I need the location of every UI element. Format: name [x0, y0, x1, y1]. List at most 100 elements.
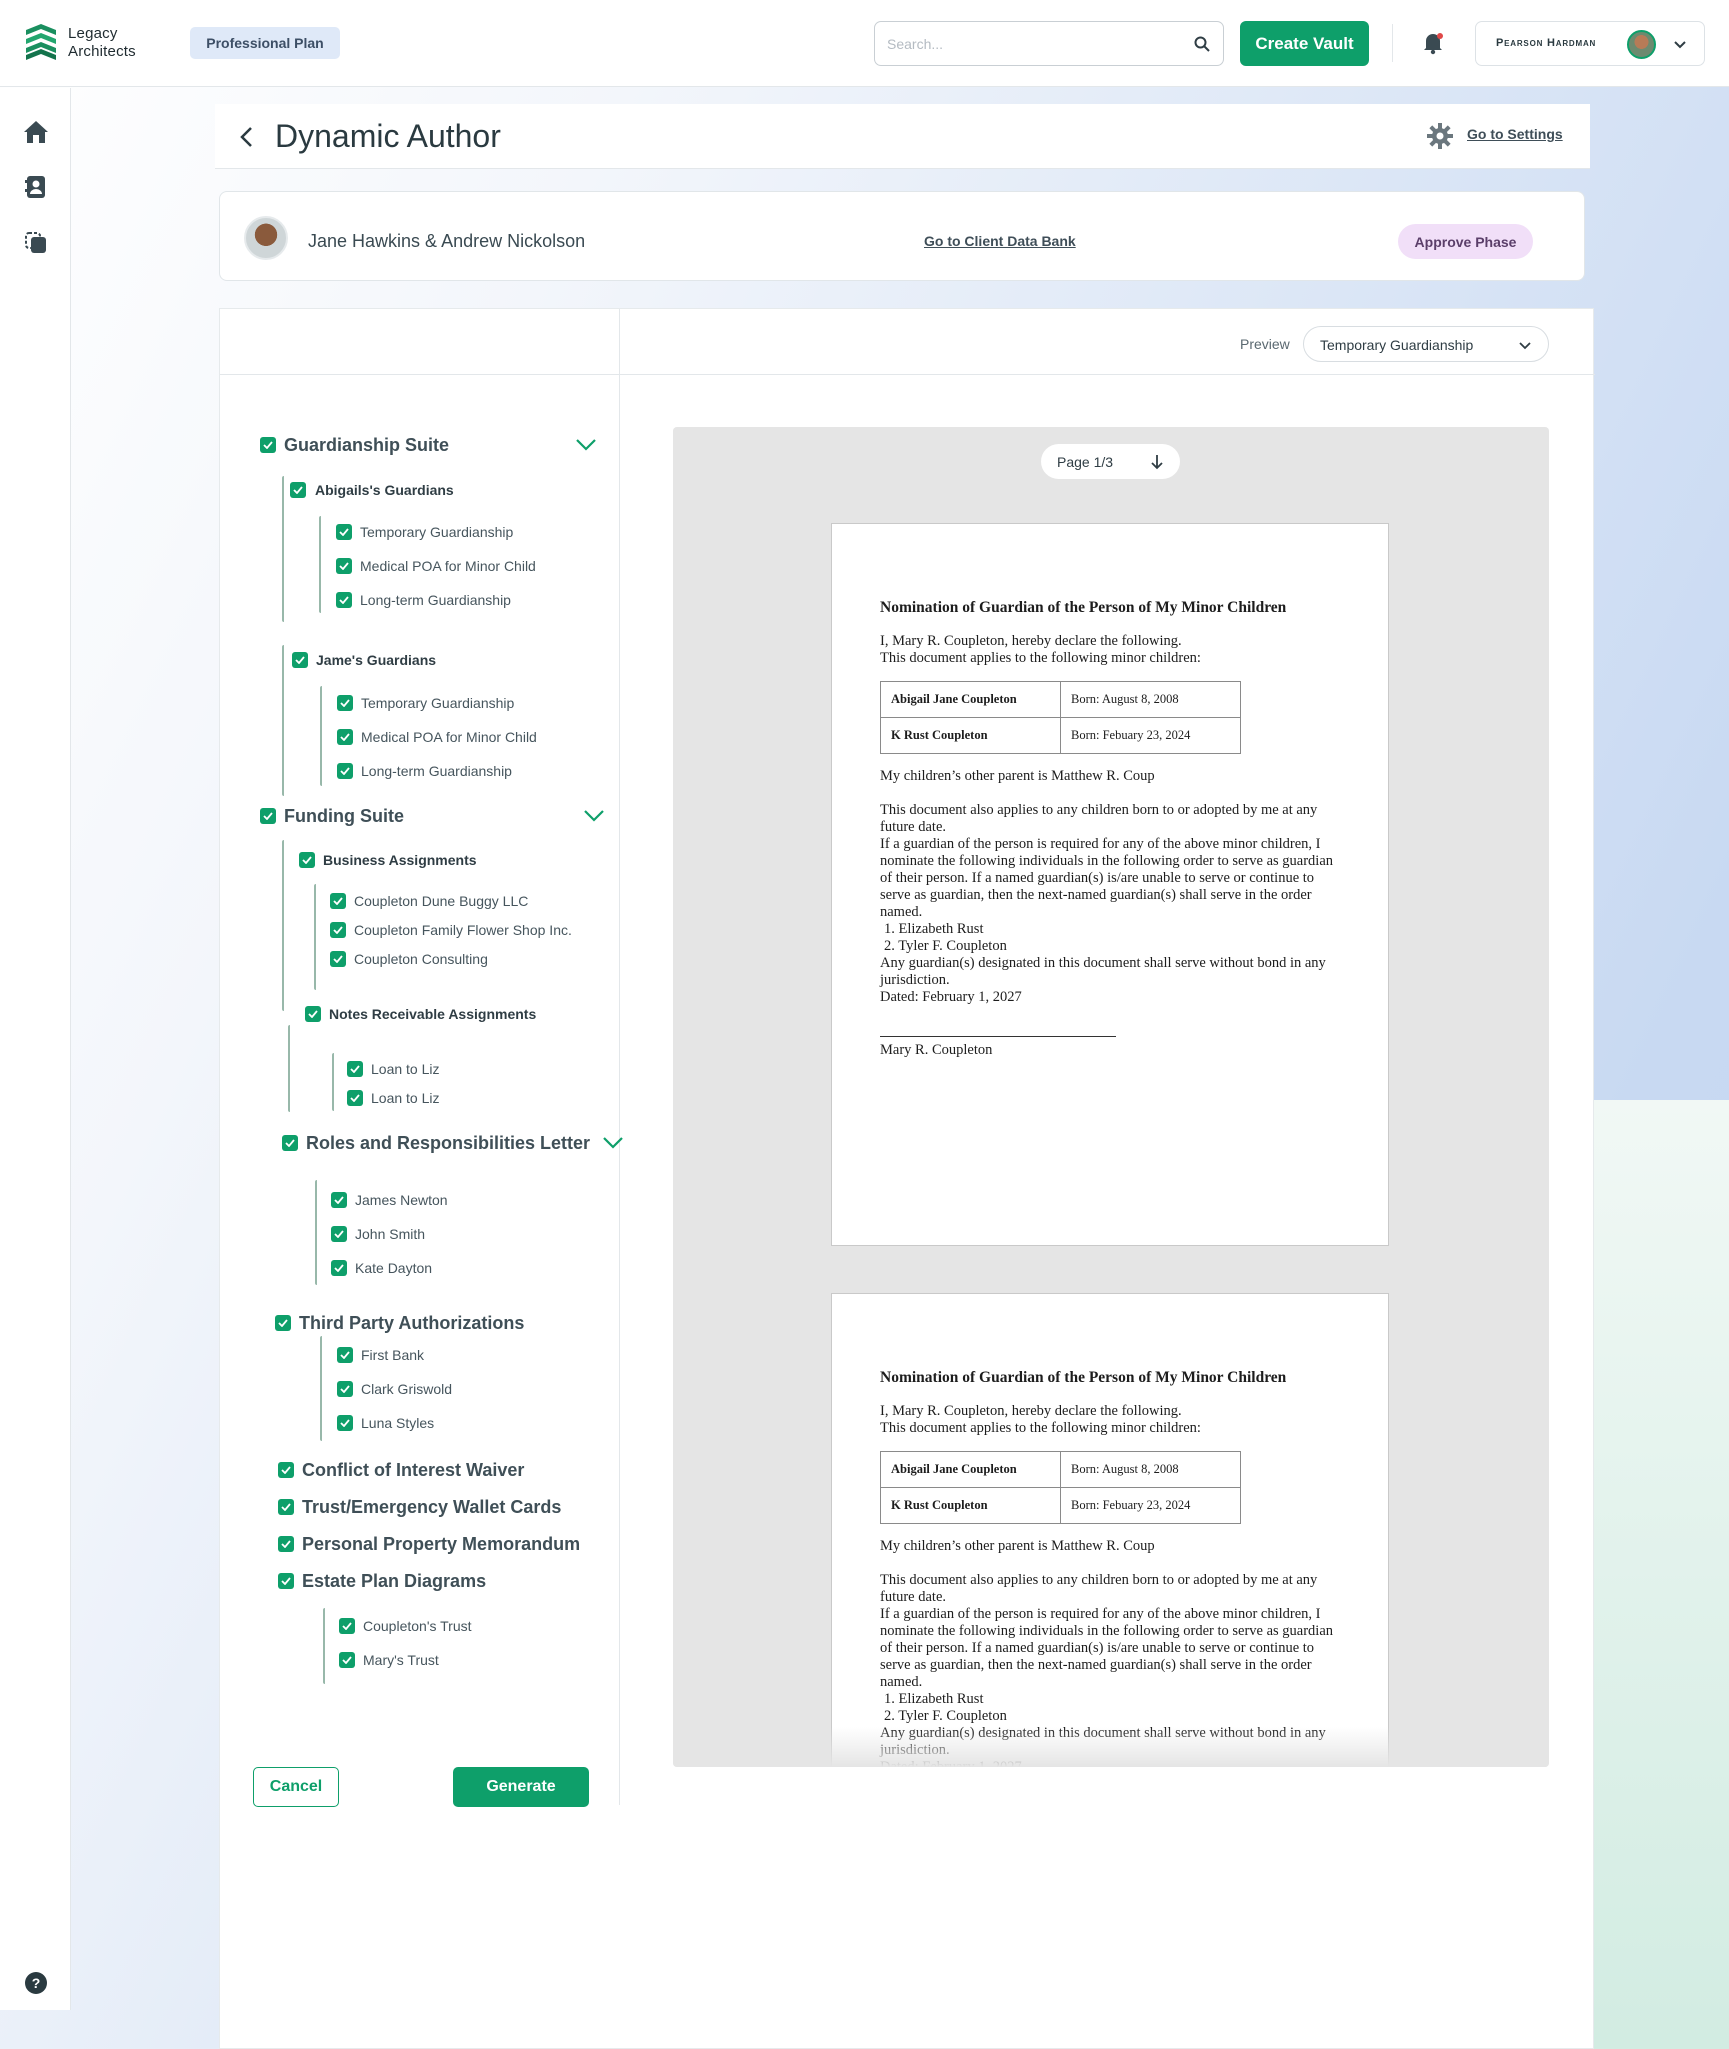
tree-item[interactable]: Coupleton's Trust: [363, 1618, 472, 1634]
checkbox-business-item[interactable]: [330, 893, 346, 909]
checkbox-conflict-waiver[interactable]: [278, 1462, 294, 1478]
checkbox-wallet-cards[interactable]: [278, 1499, 294, 1515]
checkbox-loan-item[interactable]: [347, 1090, 363, 1106]
document-title: Nomination of Guardian of the Person of …: [880, 599, 1287, 616]
child-name: Abigail Jane Coupleton: [880, 1451, 1061, 1488]
back-arrow-icon[interactable]: [237, 126, 257, 148]
checkbox-business-item[interactable]: [330, 951, 346, 967]
children-table: Abigail Jane Coupleton Born: August 8, 20…: [880, 681, 1241, 754]
checkbox-diagram-item[interactable]: [339, 1652, 355, 1668]
arrow-down-icon[interactable]: [1150, 454, 1164, 470]
checkbox-business-assignments[interactable]: [299, 852, 315, 868]
tree-item[interactable]: Mary's Trust: [363, 1652, 439, 1668]
client-data-bank-link[interactable]: Go to Client Data Bank: [924, 233, 1076, 249]
tree-item[interactable]: John Smith: [355, 1226, 425, 1242]
checkbox-notes-receivable[interactable]: [305, 1006, 321, 1022]
create-vault-button[interactable]: Create Vault: [1240, 21, 1369, 66]
logo-icon[interactable]: [24, 24, 58, 62]
chevron-down-icon[interactable]: [1672, 36, 1688, 52]
tree-item[interactable]: Luna Styles: [361, 1415, 434, 1431]
tree-label-conflict-waiver[interactable]: Conflict of Interest Waiver: [302, 1460, 524, 1481]
document-page: Nomination of Guardian of the Person of …: [831, 523, 1389, 1246]
checkbox-third-party-item[interactable]: [337, 1415, 353, 1431]
checkbox-third-party-item[interactable]: [337, 1347, 353, 1363]
tree-bracket: [332, 1053, 334, 1111]
tree-label-third-party[interactable]: Third Party Authorizations: [299, 1313, 524, 1334]
tree-item[interactable]: Kate Dayton: [355, 1260, 432, 1276]
chevron-down-icon[interactable]: [583, 809, 605, 823]
search-input[interactable]: [887, 22, 1177, 65]
checkbox-roles-letter[interactable]: [282, 1135, 298, 1151]
tree-label-notes-receivable[interactable]: Notes Receivable Assignments: [329, 1006, 536, 1022]
checkbox-guardianship-suite[interactable]: [260, 437, 276, 453]
approve-phase-button[interactable]: Approve Phase: [1398, 224, 1533, 259]
tree-item[interactable]: Clark Griswold: [361, 1381, 452, 1397]
checkbox-temporary-guardianship[interactable]: [337, 695, 353, 711]
contacts-icon[interactable]: [23, 174, 49, 200]
generate-button[interactable]: Generate: [453, 1767, 589, 1807]
tree-label-property-memo[interactable]: Personal Property Memorandum: [302, 1534, 580, 1555]
checkbox-role-item[interactable]: [331, 1226, 347, 1242]
document-text: Any guardian(s) designated in this docum…: [880, 955, 1326, 988]
tree-item[interactable]: Coupleton Dune Buggy LLC: [354, 893, 528, 909]
checkbox-medical-poa[interactable]: [336, 558, 352, 574]
checkbox-third-party[interactable]: [275, 1315, 291, 1331]
checkbox-third-party-item[interactable]: [337, 1381, 353, 1397]
tree-item[interactable]: James Newton: [355, 1192, 448, 1208]
document-text: 2. Tyler F. Coupleton: [884, 938, 1007, 954]
tree-item[interactable]: Medical POA for Minor Child: [360, 558, 536, 574]
tree-label-guardianship-suite[interactable]: Guardianship Suite: [284, 435, 449, 456]
tree-label-business-assignments[interactable]: Business Assignments: [323, 852, 477, 868]
checkbox-long-term-guardianship[interactable]: [337, 763, 353, 779]
tree-label-wallet-cards[interactable]: Trust/Emergency Wallet Cards: [302, 1497, 561, 1518]
tree-label-estate-diagrams[interactable]: Estate Plan Diagrams: [302, 1571, 486, 1592]
cancel-button[interactable]: Cancel: [253, 1767, 339, 1807]
tree-bracket: [282, 476, 284, 622]
tree-bracket: [320, 686, 322, 786]
tree-item[interactable]: Long-term Guardianship: [361, 763, 512, 779]
tree-item[interactable]: Long-term Guardianship: [360, 592, 511, 608]
checkbox-loan-item[interactable]: [347, 1061, 363, 1077]
tree-item[interactable]: Loan to Liz: [371, 1061, 440, 1077]
checkbox-estate-diagrams[interactable]: [278, 1573, 294, 1589]
help-icon[interactable]: ?: [23, 1970, 49, 1996]
checkbox-role-item[interactable]: [331, 1192, 347, 1208]
checkbox-long-term-guardianship[interactable]: [336, 592, 352, 608]
checkbox-role-item[interactable]: [331, 1260, 347, 1276]
home-icon[interactable]: [23, 119, 49, 145]
notification-bell-icon[interactable]: [1420, 30, 1446, 56]
checkbox-medical-poa[interactable]: [337, 729, 353, 745]
checkbox-temporary-guardianship[interactable]: [336, 524, 352, 540]
checkbox-funding-suite[interactable]: [260, 808, 276, 824]
tree-label-james-guardians[interactable]: Jame's Guardians: [316, 652, 436, 668]
page-title: Dynamic Author: [275, 118, 501, 154]
tree-item[interactable]: Temporary Guardianship: [360, 524, 513, 540]
gear-icon[interactable]: [1427, 123, 1453, 149]
search-icon[interactable]: [1193, 35, 1211, 53]
checkbox-property-memo[interactable]: [278, 1536, 294, 1552]
tree-item[interactable]: Medical POA for Minor Child: [361, 729, 537, 745]
tree-item[interactable]: Loan to Liz: [371, 1090, 440, 1106]
tree-item[interactable]: Coupleton Consulting: [354, 951, 488, 967]
tree-item[interactable]: First Bank: [361, 1347, 424, 1363]
tree-label-abigails-guardians[interactable]: Abigails's Guardians: [315, 482, 454, 498]
checkbox-business-item[interactable]: [330, 922, 346, 938]
checkbox-diagram-item[interactable]: [339, 1618, 355, 1634]
preview-document-select[interactable]: Temporary Guardianship: [1303, 326, 1549, 362]
tree-item[interactable]: Coupleton Family Flower Shop Inc.: [354, 922, 572, 938]
documents-icon[interactable]: [23, 230, 49, 256]
page-indicator[interactable]: Page 1/3: [1041, 444, 1180, 479]
chevron-down-icon[interactable]: [575, 438, 597, 452]
user-menu[interactable]: Pearson Hardman: [1475, 21, 1705, 66]
document-intro: I, Mary R. Coupleton, hereby declare the…: [880, 633, 1340, 667]
document-preview[interactable]: Page 1/3 Nomination of Guardian of the P…: [673, 427, 1549, 1767]
checkbox-james-guardians[interactable]: [292, 652, 308, 668]
tree-item[interactable]: Temporary Guardianship: [361, 695, 514, 711]
tree-label-roles-letter[interactable]: Roles and Responsibilities Letter: [306, 1133, 590, 1154]
checkbox-abigails-guardians[interactable]: [290, 482, 306, 498]
go-to-settings-link[interactable]: Go to Settings: [1467, 126, 1563, 142]
chevron-down-icon[interactable]: [602, 1136, 624, 1150]
column-divider: [619, 309, 620, 1805]
document-text: My children’s other parent is Matthew R.…: [880, 1538, 1155, 1554]
tree-label-funding-suite[interactable]: Funding Suite: [284, 806, 404, 827]
